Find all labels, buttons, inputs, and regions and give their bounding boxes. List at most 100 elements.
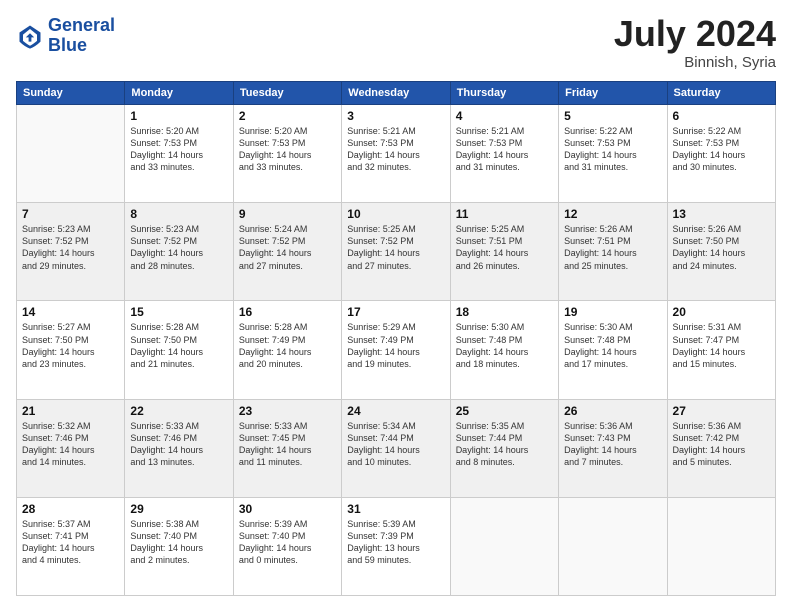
day-info: Sunrise: 5:28 AM Sunset: 7:49 PM Dayligh… — [239, 321, 336, 370]
calendar-cell: 12 Sunrise: 5:26 AM Sunset: 7:51 PM Dayli… — [559, 203, 667, 301]
day-info: Sunrise: 5:27 AM Sunset: 7:50 PM Dayligh… — [22, 321, 119, 370]
header: General Blue July 2024 Binnish, Syria — [16, 16, 776, 71]
day-header-thursday: Thursday — [450, 82, 558, 105]
day-info: Sunrise: 5:38 AM Sunset: 7:40 PM Dayligh… — [130, 518, 227, 567]
day-header-saturday: Saturday — [667, 82, 775, 105]
day-number: 25 — [456, 404, 553, 418]
week-row-1: 1 Sunrise: 5:20 AM Sunset: 7:53 PM Daylig… — [17, 105, 776, 203]
calendar-cell: 16 Sunrise: 5:28 AM Sunset: 7:49 PM Dayli… — [233, 301, 341, 399]
day-header-wednesday: Wednesday — [342, 82, 450, 105]
day-info: Sunrise: 5:35 AM Sunset: 7:44 PM Dayligh… — [456, 420, 553, 469]
day-number: 13 — [673, 207, 770, 221]
calendar-cell: 30 Sunrise: 5:39 AM Sunset: 7:40 PM Dayli… — [233, 497, 341, 595]
calendar-cell: 6 Sunrise: 5:22 AM Sunset: 7:53 PM Daylig… — [667, 105, 775, 203]
day-info: Sunrise: 5:29 AM Sunset: 7:49 PM Dayligh… — [347, 321, 444, 370]
calendar-cell: 26 Sunrise: 5:36 AM Sunset: 7:43 PM Dayli… — [559, 399, 667, 497]
day-number: 4 — [456, 109, 553, 123]
calendar-cell: 5Sunrise: 5:22 AM Sunset: 7:53 PM Daylig… — [559, 105, 667, 203]
calendar-cell: 8 Sunrise: 5:23 AM Sunset: 7:52 PM Daylig… — [125, 203, 233, 301]
calendar-cell: 23Sunrise: 5:33 AM Sunset: 7:45 PM Dayli… — [233, 399, 341, 497]
logo-text: General Blue — [48, 16, 115, 56]
title-block: July 2024 Binnish, Syria — [614, 16, 776, 71]
calendar-cell: 3Sunrise: 5:21 AM Sunset: 7:53 PM Daylig… — [342, 105, 450, 203]
day-info: Sunrise: 5:25 AM Sunset: 7:51 PM Dayligh… — [456, 223, 553, 272]
day-info: Sunrise: 5:23 AM Sunset: 7:52 PM Dayligh… — [130, 223, 227, 272]
week-row-5: 28 Sunrise: 5:37 AM Sunset: 7:41 PM Dayli… — [17, 497, 776, 595]
day-info: Sunrise: 5:20 AM Sunset: 7:53 PM Dayligh… — [130, 125, 227, 174]
day-number: 18 — [456, 305, 553, 319]
calendar-cell: 17Sunrise: 5:29 AM Sunset: 7:49 PM Dayli… — [342, 301, 450, 399]
calendar-cell — [450, 497, 558, 595]
calendar-cell: 24 Sunrise: 5:34 AM Sunset: 7:44 PM Dayli… — [342, 399, 450, 497]
day-number: 30 — [239, 502, 336, 516]
calendar-cell — [17, 105, 125, 203]
calendar-cell: 13 Sunrise: 5:26 AM Sunset: 7:50 PM Dayli… — [667, 203, 775, 301]
day-info: Sunrise: 5:20 AM Sunset: 7:53 PM Dayligh… — [239, 125, 336, 174]
day-info: Sunrise: 5:37 AM Sunset: 7:41 PM Dayligh… — [22, 518, 119, 567]
calendar-cell: 4 Sunrise: 5:21 AM Sunset: 7:53 PM Daylig… — [450, 105, 558, 203]
day-info: Sunrise: 5:39 AM Sunset: 7:40 PM Dayligh… — [239, 518, 336, 567]
day-number: 22 — [130, 404, 227, 418]
calendar-cell: 18 Sunrise: 5:30 AM Sunset: 7:48 PM Dayli… — [450, 301, 558, 399]
calendar-cell — [559, 497, 667, 595]
day-info: Sunrise: 5:24 AM Sunset: 7:52 PM Dayligh… — [239, 223, 336, 272]
calendar: SundayMondayTuesdayWednesdayThursdayFrid… — [16, 81, 776, 596]
day-number: 23 — [239, 404, 336, 418]
day-number: 16 — [239, 305, 336, 319]
logo: General Blue — [16, 16, 115, 56]
day-header-friday: Friday — [559, 82, 667, 105]
location: Binnish, Syria — [614, 54, 776, 71]
calendar-cell — [667, 497, 775, 595]
day-info: Sunrise: 5:22 AM Sunset: 7:53 PM Dayligh… — [673, 125, 770, 174]
day-number: 26 — [564, 404, 661, 418]
day-info: Sunrise: 5:36 AM Sunset: 7:43 PM Dayligh… — [564, 420, 661, 469]
day-number: 27 — [673, 404, 770, 418]
calendar-cell: 19 Sunrise: 5:30 AM Sunset: 7:48 PM Dayli… — [559, 301, 667, 399]
day-info: Sunrise: 5:30 AM Sunset: 7:48 PM Dayligh… — [564, 321, 661, 370]
week-row-4: 21 Sunrise: 5:32 AM Sunset: 7:46 PM Dayli… — [17, 399, 776, 497]
calendar-cell: 14Sunrise: 5:27 AM Sunset: 7:50 PM Dayli… — [17, 301, 125, 399]
month-year: July 2024 — [614, 16, 776, 52]
day-info: Sunrise: 5:39 AM Sunset: 7:39 PM Dayligh… — [347, 518, 444, 567]
day-number: 7 — [22, 207, 119, 221]
calendar-cell: 10Sunrise: 5:25 AM Sunset: 7:52 PM Dayli… — [342, 203, 450, 301]
day-number: 21 — [22, 404, 119, 418]
logo-icon — [16, 22, 44, 50]
day-header-sunday: Sunday — [17, 82, 125, 105]
calendar-cell: 21 Sunrise: 5:32 AM Sunset: 7:46 PM Dayli… — [17, 399, 125, 497]
calendar-cell: 20Sunrise: 5:31 AM Sunset: 7:47 PM Dayli… — [667, 301, 775, 399]
calendar-cell: 22 Sunrise: 5:33 AM Sunset: 7:46 PM Dayli… — [125, 399, 233, 497]
calendar-header-row: SundayMondayTuesdayWednesdayThursdayFrid… — [17, 82, 776, 105]
day-header-tuesday: Tuesday — [233, 82, 341, 105]
calendar-cell: 2Sunrise: 5:20 AM Sunset: 7:53 PM Daylig… — [233, 105, 341, 203]
day-number: 1 — [130, 109, 227, 123]
day-number: 28 — [22, 502, 119, 516]
day-info: Sunrise: 5:23 AM Sunset: 7:52 PM Dayligh… — [22, 223, 119, 272]
day-info: Sunrise: 5:36 AM Sunset: 7:42 PM Dayligh… — [673, 420, 770, 469]
day-info: Sunrise: 5:32 AM Sunset: 7:46 PM Dayligh… — [22, 420, 119, 469]
day-number: 6 — [673, 109, 770, 123]
day-info: Sunrise: 5:26 AM Sunset: 7:51 PM Dayligh… — [564, 223, 661, 272]
day-number: 8 — [130, 207, 227, 221]
week-row-3: 14Sunrise: 5:27 AM Sunset: 7:50 PM Dayli… — [17, 301, 776, 399]
day-info: Sunrise: 5:33 AM Sunset: 7:46 PM Dayligh… — [130, 420, 227, 469]
calendar-cell: 29Sunrise: 5:38 AM Sunset: 7:40 PM Dayli… — [125, 497, 233, 595]
day-number: 15 — [130, 305, 227, 319]
day-number: 3 — [347, 109, 444, 123]
day-number: 9 — [239, 207, 336, 221]
day-info: Sunrise: 5:30 AM Sunset: 7:48 PM Dayligh… — [456, 321, 553, 370]
day-number: 12 — [564, 207, 661, 221]
day-header-monday: Monday — [125, 82, 233, 105]
day-number: 19 — [564, 305, 661, 319]
day-info: Sunrise: 5:21 AM Sunset: 7:53 PM Dayligh… — [456, 125, 553, 174]
day-info: Sunrise: 5:28 AM Sunset: 7:50 PM Dayligh… — [130, 321, 227, 370]
calendar-cell: 9 Sunrise: 5:24 AM Sunset: 7:52 PM Daylig… — [233, 203, 341, 301]
day-info: Sunrise: 5:26 AM Sunset: 7:50 PM Dayligh… — [673, 223, 770, 272]
calendar-cell: 7 Sunrise: 5:23 AM Sunset: 7:52 PM Daylig… — [17, 203, 125, 301]
calendar-cell: 11Sunrise: 5:25 AM Sunset: 7:51 PM Dayli… — [450, 203, 558, 301]
day-number: 31 — [347, 502, 444, 516]
day-number: 24 — [347, 404, 444, 418]
calendar-cell: 1 Sunrise: 5:20 AM Sunset: 7:53 PM Daylig… — [125, 105, 233, 203]
day-info: Sunrise: 5:34 AM Sunset: 7:44 PM Dayligh… — [347, 420, 444, 469]
calendar-cell: 15 Sunrise: 5:28 AM Sunset: 7:50 PM Dayli… — [125, 301, 233, 399]
